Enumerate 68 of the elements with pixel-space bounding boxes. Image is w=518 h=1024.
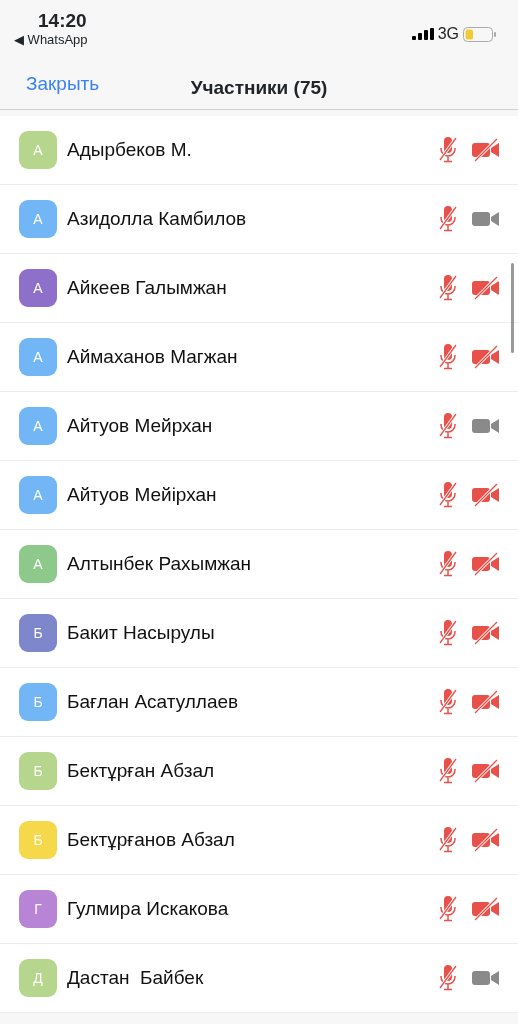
participant-row[interactable]: А Айкеев Галымжан [0,254,518,323]
video-off-icon[interactable] [472,828,500,852]
participant-name: Айкеев Галымжан [67,275,228,300]
video-off-icon[interactable] [472,897,500,921]
avatar: Б [19,614,57,652]
participant-name: Азидолла Камбилов [67,206,248,231]
participant-name: Бағлан Асатуллаев [67,689,240,714]
participant-name: Алтынбек Рахымжан [67,551,253,576]
muted-microphone-icon[interactable] [438,206,458,232]
avatar: А [19,476,57,514]
avatar: Б [19,752,57,790]
participant-name: Бектұрған Абзал [67,758,216,783]
participant-name: Гулмира Искакова [67,896,230,921]
avatar: Б [19,683,57,721]
participant-row[interactable]: Б Бағлан Асатуллаев [0,668,518,737]
status-time: 14:20 [38,10,88,32]
participant-row[interactable]: А Адырбеков М. [0,116,518,185]
participant-name: Адырбеков М. [67,137,193,162]
video-off-icon[interactable] [472,552,500,576]
video-off-icon[interactable] [472,759,500,783]
battery-icon [463,26,496,42]
participant-name: Айтуов Мейрхан [67,413,214,438]
participant-row[interactable]: А Айтуов Мейрхан [0,392,518,461]
muted-microphone-icon[interactable] [438,896,458,922]
avatar: Б [19,821,57,859]
participant-name: Дастан Байбек [67,965,205,990]
video-off-icon[interactable] [472,621,500,645]
participant-row[interactable]: Б Бакит Насырулы [0,599,518,668]
network-label: 3G [437,24,459,44]
muted-microphone-icon[interactable] [438,137,458,163]
page-title: Участники (75) [190,76,328,100]
participant-row[interactable]: Д Дастан Байбек [0,944,518,1013]
video-off-icon[interactable] [472,690,500,714]
muted-microphone-icon[interactable] [438,620,458,646]
participant-row[interactable]: Г Гулмира Искакова [0,875,518,944]
avatar: А [19,269,57,307]
muted-microphone-icon[interactable] [438,551,458,577]
participant-name: Бакит Насырулы [67,620,216,645]
video-off-icon[interactable] [472,276,500,300]
avatar: Г [19,890,57,928]
participant-row[interactable]: Б Бектұрғанов Абзал [0,806,518,875]
participant-name: Аймаханов Магжан [67,344,239,369]
participant-row[interactable]: Б Бектұрған Абзал [0,737,518,806]
back-to-app-link[interactable]: ◀ WhatsApp [14,32,88,48]
avatar: Д [19,959,57,997]
video-off-icon[interactable] [472,138,500,162]
muted-microphone-icon[interactable] [438,413,458,439]
participant-row[interactable]: А Алтынбек Рахымжан [0,530,518,599]
muted-microphone-icon[interactable] [438,482,458,508]
avatar: А [19,131,57,169]
avatar: А [19,338,57,376]
participant-row[interactable]: А Азидолла Камбилов [0,185,518,254]
muted-microphone-icon[interactable] [438,827,458,853]
muted-microphone-icon[interactable] [438,275,458,301]
avatar: А [19,200,57,238]
avatar: А [19,545,57,583]
participant-name: Айтуов Мейірхан [67,482,218,507]
signal-icon [411,28,434,40]
muted-microphone-icon[interactable] [438,344,458,370]
avatar: А [19,407,57,445]
muted-microphone-icon[interactable] [438,758,458,784]
video-off-icon[interactable] [472,345,500,369]
muted-microphone-icon[interactable] [438,689,458,715]
participant-row[interactable]: А Айтуов Мейірхан [0,461,518,530]
participant-row[interactable]: А Аймаханов Магжан [0,323,518,392]
video-off-icon[interactable] [472,483,500,507]
participant-name: Бектұрғанов Абзал [67,827,236,852]
muted-microphone-icon[interactable] [438,965,458,991]
